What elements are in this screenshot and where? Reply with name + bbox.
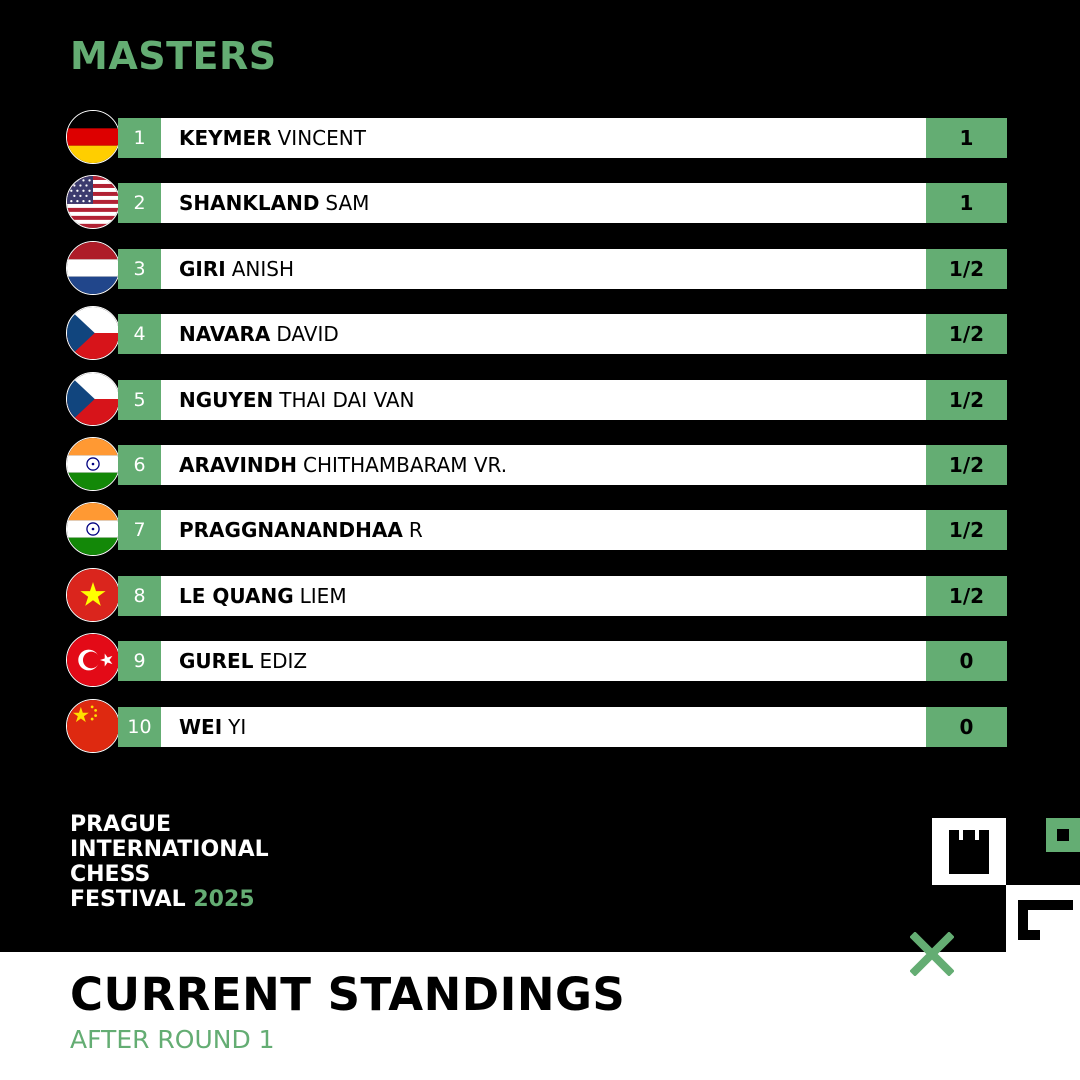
standings-row: 5 NGUYEN THAI DAI VAN 1/2 (66, 371, 1007, 431)
standings-row: 7 PRAGGNANANDHAA R 1/2 (66, 502, 1007, 561)
player-score: 1/2 (926, 379, 1007, 420)
india-flag-icon (66, 437, 120, 491)
player-first-name: SAM (325, 191, 370, 216)
player-score: 1/2 (926, 248, 1007, 289)
rank-number: 1 (118, 118, 161, 158)
czech-flag-icon (66, 371, 120, 426)
festival-logo-block (932, 818, 1006, 885)
player-last-name: LE QUANG (179, 583, 294, 608)
chess-rook-icon (949, 830, 989, 874)
czech-flag-icon (66, 306, 120, 361)
player-first-name: ANISH (231, 256, 294, 281)
rank-number: 8 (118, 575, 161, 616)
standings-heading: CURRENT STANDINGS (70, 968, 626, 1021)
standings-row: 1 KEYMER VINCENT 1 (66, 110, 1007, 169)
rank-number: 9 (118, 641, 161, 682)
festival-line: PRAGUE (70, 812, 172, 837)
festival-line: FESTIVAL 2025 (70, 887, 269, 912)
player-score: 1/2 (926, 510, 1007, 551)
player-score: 1 (926, 118, 1007, 158)
player-first-name: VINCENT (277, 126, 366, 150)
player-last-name: NAVARA (179, 322, 271, 347)
cross-icon (910, 932, 954, 976)
rank-number: 4 (118, 314, 161, 355)
logo-square-icon (1046, 818, 1080, 852)
player-name: PRAGGNANANDHAA R (161, 510, 926, 551)
rank-number: 3 (118, 248, 161, 289)
festival-name: PRAGUE INTERNATIONAL CHESS FESTIVAL 2025 (70, 812, 269, 912)
round-subheading: AFTER ROUND 1 (70, 1025, 275, 1054)
player-name: GIRI ANISH (161, 248, 926, 289)
player-last-name: GIRI (179, 256, 226, 281)
player-score: 0 (926, 641, 1007, 682)
player-first-name: YI (228, 714, 247, 739)
china-flag-icon (66, 698, 120, 753)
player-first-name: EDIZ (259, 649, 308, 674)
standings-list: 1 KEYMER VINCENT 1 2 SHANKLAND SAM 1 3 GIR… (0, 0, 1080, 780)
player-first-name: DAVID (276, 322, 339, 347)
player-first-name: THAI DAI VAN (279, 387, 415, 412)
player-score: 1/2 (926, 445, 1007, 485)
festival-year: 2025 (193, 887, 255, 912)
player-score: 1/2 (926, 314, 1007, 355)
standings-row: 2 SHANKLAND SAM 1 (66, 175, 1007, 234)
player-name: WEI YI (161, 706, 926, 747)
player-last-name: KEYMER (179, 126, 272, 150)
player-score: 0 (926, 706, 1007, 747)
rank-number: 7 (118, 510, 161, 551)
player-name: KEYMER VINCENT (161, 118, 926, 158)
rank-number: 6 (118, 445, 161, 485)
standings-row: 3 GIRI ANISH 1/2 (66, 240, 1007, 300)
player-first-name: LIEM (299, 583, 347, 608)
player-first-name: CHITHAMBARAM VR. (303, 453, 508, 477)
player-last-name: NGUYEN (179, 387, 274, 412)
vietnam-flag-icon (66, 567, 120, 622)
standings-row: 8 LE QUANG LIEM 1/2 (66, 567, 1007, 627)
india-flag-icon (66, 502, 120, 557)
player-name: SHANKLAND SAM (161, 183, 926, 224)
festival-word: FESTIVAL (70, 887, 186, 912)
rank-number: 10 (118, 706, 161, 747)
player-name: GUREL EDIZ (161, 641, 926, 682)
logo-t-block (1006, 885, 1080, 952)
standings-row: 9 GUREL EDIZ 0 (66, 633, 1007, 692)
turkey-flag-icon (66, 633, 120, 688)
player-last-name: WEI (179, 714, 223, 739)
standings-row: 4 NAVARA DAVID 1/2 (66, 306, 1007, 365)
germany-flag-icon (66, 110, 120, 164)
player-name: NAVARA DAVID (161, 314, 926, 355)
player-last-name: PRAGGNANANDHAA (179, 518, 403, 543)
player-last-name: ARAVINDH (179, 453, 297, 477)
standings-row: 6 ARAVINDH CHITHAMBARAM VR. 1/2 (66, 437, 1007, 496)
netherlands-flag-icon (66, 240, 120, 295)
player-name: ARAVINDH CHITHAMBARAM VR. (161, 445, 926, 485)
player-last-name: GUREL (179, 649, 254, 674)
festival-line: CHESS (70, 862, 151, 887)
t-letter-icon (1018, 900, 1073, 940)
usa-flag-icon (66, 175, 120, 230)
player-name: LE QUANG LIEM (161, 575, 926, 616)
player-name: NGUYEN THAI DAI VAN (161, 379, 926, 420)
rank-number: 2 (118, 183, 161, 224)
player-first-name: R (408, 518, 423, 543)
rank-number: 5 (118, 379, 161, 420)
player-score: 1/2 (926, 575, 1007, 616)
standings-row: 10 WEI YI 0 (66, 698, 1007, 758)
player-last-name: SHANKLAND (179, 191, 320, 216)
player-score: 1 (926, 183, 1007, 224)
festival-line: INTERNATIONAL (70, 837, 269, 862)
